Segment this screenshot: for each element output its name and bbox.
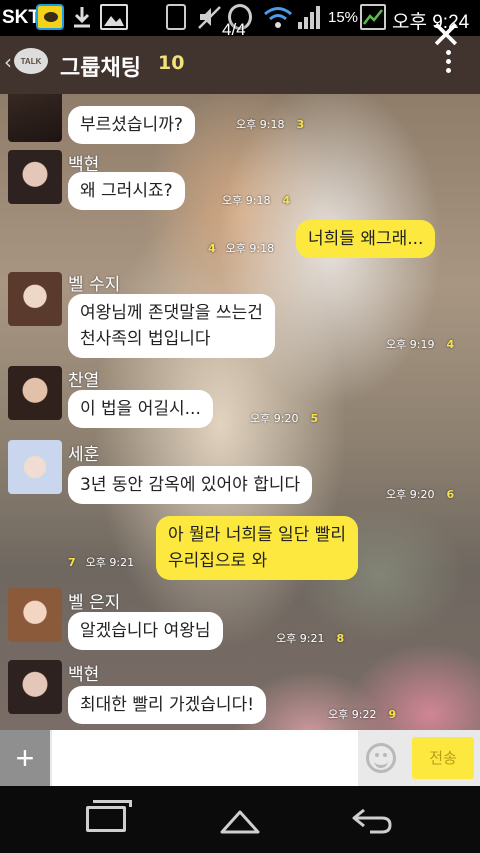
unread-count: 3 xyxy=(296,118,305,131)
send-button[interactable]: 전송 xyxy=(412,737,474,779)
wifi-icon xyxy=(264,7,292,28)
recent-apps-icon[interactable] xyxy=(86,800,132,832)
unread-count: 4 xyxy=(282,194,291,207)
message-meta: 오후 9:22 9 xyxy=(328,706,396,722)
system-nav-bar xyxy=(0,786,480,853)
download-icon xyxy=(74,7,90,28)
message-meta: 7 오후 9:21 xyxy=(68,554,134,570)
kakaotalk-icon xyxy=(36,4,64,30)
message-meta: 오후 9:20 5 xyxy=(250,410,318,426)
message-time: 오후 9:21 xyxy=(85,556,135,569)
avatar[interactable] xyxy=(8,588,62,642)
close-icon[interactable]: ✕ xyxy=(430,16,462,54)
message-bubble[interactable]: 이 법을 어길시... xyxy=(68,390,213,428)
message-time: 오후 9:21 xyxy=(276,632,325,645)
message-line: 우리집으로 와 xyxy=(168,551,268,571)
kakaotalk-logo[interactable]: TALK xyxy=(14,48,48,74)
message-meta: 오후 9:18 4 xyxy=(222,192,290,208)
message-bubble[interactable]: 여왕님께 존댓말을 쓰는건 천사족의 법입니다 xyxy=(68,294,275,358)
back-icon[interactable] xyxy=(350,806,394,836)
avatar[interactable] xyxy=(8,660,62,714)
message-bubble[interactable]: 최대한 빨리 가겠습니다! xyxy=(68,686,267,724)
message-bubble[interactable]: 3년 동안 감옥에 있어야 합니다 xyxy=(68,466,313,504)
avatar[interactable] xyxy=(8,94,62,142)
chat-title: 그룹채팅 xyxy=(60,56,141,81)
message-meta: 오후 9:18 3 xyxy=(236,116,304,132)
avatar[interactable] xyxy=(8,272,62,326)
sender-name: 백현 xyxy=(68,665,100,685)
my-message-bubble[interactable]: 너희들 왜그래... xyxy=(296,220,436,258)
battery-icon xyxy=(360,4,386,30)
back-arrow-icon[interactable]: ‹ xyxy=(4,50,12,74)
unread-count: 9 xyxy=(388,708,397,721)
signal-icon xyxy=(298,6,320,29)
message-time: 오후 9:20 xyxy=(250,412,299,425)
message-bubble[interactable]: 왜 그러시죠? xyxy=(68,172,185,210)
message-meta: 오후 9:19 4 xyxy=(386,336,454,352)
message-time: 오후 9:18 xyxy=(236,118,285,131)
battery-percent: 15% xyxy=(328,9,359,26)
phone-icon xyxy=(166,4,186,30)
avatar[interactable] xyxy=(8,150,62,204)
message-bubble[interactable]: 부르셨습니까? xyxy=(68,106,195,144)
message-time: 오후 9:22 xyxy=(328,708,377,721)
message-meta: 오후 9:21 8 xyxy=(276,630,344,646)
sender-name: 세훈 xyxy=(68,445,100,465)
sender-name: 찬열 xyxy=(68,371,100,391)
message-time: 오후 9:20 xyxy=(386,488,435,501)
message-input[interactable] xyxy=(52,730,358,786)
mute-icon xyxy=(198,6,221,29)
carrier-label: SKT xyxy=(2,7,40,28)
avatar[interactable] xyxy=(8,440,62,494)
message-time: 오후 9:18 xyxy=(225,242,275,255)
sender-name: 벨 은지 xyxy=(68,593,121,613)
message-time: 오후 9:18 xyxy=(222,194,271,207)
home-icon[interactable] xyxy=(218,806,262,836)
unread-count: 4 xyxy=(446,338,455,351)
my-message-bubble[interactable]: 아 뭘라 너희들 일단 빨리 우리집으로 와 xyxy=(156,516,359,580)
message-meta: 오후 9:20 6 xyxy=(386,486,454,502)
chat-header: ‹ TALK 그룹채팅 10 ✕ xyxy=(0,16,480,94)
message-meta: 4 오후 9:18 xyxy=(208,240,274,256)
unread-count: 5 xyxy=(310,412,319,425)
unread-count: 6 xyxy=(446,488,455,501)
avatar[interactable] xyxy=(8,366,62,420)
gallery-icon xyxy=(100,4,128,30)
member-count: 10 xyxy=(158,52,185,74)
emoji-icon[interactable] xyxy=(366,743,396,773)
sender-name: 벨 수지 xyxy=(68,275,121,295)
attach-plus-button[interactable]: + xyxy=(0,730,50,786)
unread-count: 4 xyxy=(208,242,216,255)
message-line: 여왕님께 존댓말을 쓰는건 xyxy=(80,303,263,323)
chat-area[interactable]: 부르셨습니까? 오후 9:18 3 백현 왜 그러시죠? 오후 9:18 4 4 오후… xyxy=(0,94,480,730)
unread-count: 8 xyxy=(336,632,345,645)
message-input-bar: + 전송 xyxy=(0,730,480,786)
message-time: 오후 9:19 xyxy=(386,338,435,351)
page-indicator: 4/4 xyxy=(222,20,246,39)
message-line: 천사족의 법입니다 xyxy=(80,329,211,349)
message-line: 아 뭘라 너희들 일단 빨리 xyxy=(168,525,347,545)
message-bubble[interactable]: 알겠습니다 여왕님 xyxy=(68,612,223,650)
unread-count: 7 xyxy=(68,556,76,569)
